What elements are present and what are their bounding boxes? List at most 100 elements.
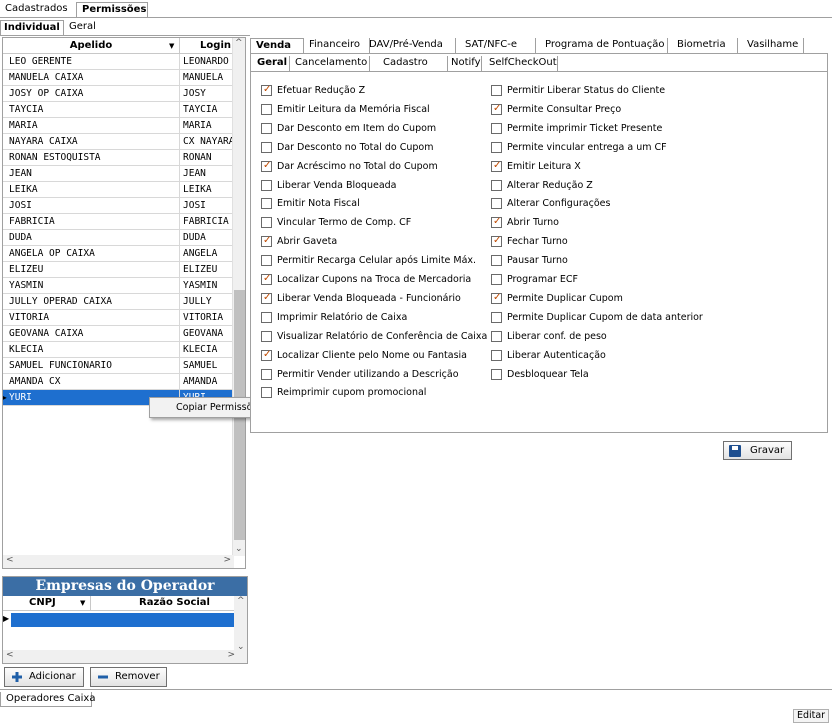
scroll-right-icon[interactable]: >: [223, 555, 231, 565]
scroll-right-icon[interactable]: >: [227, 650, 235, 660]
col-apelido-header[interactable]: Apelido: [3, 38, 179, 53]
checked-icon[interactable]: [491, 215, 502, 229]
unchecked-icon[interactable]: [491, 141, 502, 153]
checked-icon[interactable]: [491, 102, 502, 115]
permission-checkbox[interactable]: Permite Duplicar Cupom: [491, 291, 623, 306]
scroll-up-icon[interactable]: ^: [237, 596, 245, 606]
permission-checkbox[interactable]: Emitir Nota Fiscal: [261, 197, 360, 211]
checked-icon[interactable]: [491, 234, 502, 248]
table-row[interactable]: ELIZEU ELIZEU: [3, 262, 234, 278]
unchecked-icon[interactable]: [491, 349, 502, 361]
table-row[interactable]: MANUELA CAIXA MANUELA: [3, 70, 234, 86]
table-row[interactable]: JEAN JEAN: [3, 166, 234, 182]
permission-checkbox[interactable]: Localizar Cupons na Troca de Mercadoria: [261, 272, 471, 287]
tab-venda[interactable]: Venda: [250, 38, 304, 53]
permission-checkbox[interactable]: Visualizar Relatório de Conferência de C…: [261, 330, 487, 344]
permission-checkbox[interactable]: Imprimir Relatório de Caixa: [261, 311, 407, 325]
editar-button[interactable]: Editar: [793, 709, 829, 723]
table-row[interactable]: LEO GERENTE LEONARDO: [3, 54, 234, 70]
permission-checkbox[interactable]: Dar Desconto em Item do Cupom: [261, 122, 436, 136]
table-row[interactable]: LEIKA LEIKA: [3, 182, 234, 198]
permission-checkbox[interactable]: Programar ECF: [491, 273, 578, 287]
checked-icon[interactable]: [261, 159, 272, 172]
permission-checkbox[interactable]: Permitir Vender utilizando a Descrição: [261, 368, 459, 382]
table-row[interactable]: GEOVANA CAIXA GEOVANA: [3, 326, 234, 342]
table-row[interactable]: RONAN ESTOQUISTA RONAN: [3, 150, 234, 166]
table-row[interactable]: NAYARA CAIXA CX NAYARA: [3, 134, 234, 150]
empresas-horizontal-scrollbar[interactable]: < >: [3, 650, 247, 663]
permission-checkbox[interactable]: Emitir Leitura X: [491, 159, 581, 174]
unchecked-icon[interactable]: [261, 122, 272, 134]
subtab-geral[interactable]: Geral: [252, 56, 290, 71]
unchecked-icon[interactable]: [491, 255, 502, 267]
permission-checkbox[interactable]: Permite imprimir Ticket Presente: [491, 122, 662, 136]
table-row[interactable]: JOSI JOSI: [3, 198, 234, 214]
unchecked-icon[interactable]: [261, 387, 272, 399]
unchecked-icon[interactable]: [491, 198, 502, 210]
unchecked-icon[interactable]: [491, 122, 502, 134]
unchecked-icon[interactable]: [491, 85, 502, 96]
tab-vasilhame[interactable]: Vasilhame: [742, 38, 804, 53]
unchecked-icon[interactable]: [491, 368, 502, 380]
tab-sat-nfc-e[interactable]: SAT/NFC-e: [460, 38, 536, 53]
table-row[interactable]: DUDA DUDA: [3, 230, 234, 246]
col-razao-header[interactable]: Razão Social: [90, 596, 210, 611]
empresas-vertical-scrollbar[interactable]: ^ ⌄: [234, 596, 247, 652]
permission-checkbox[interactable]: Abrir Gaveta: [261, 234, 337, 249]
permission-checkbox[interactable]: Liberar Venda Bloqueada: [261, 179, 397, 193]
unchecked-icon[interactable]: [261, 141, 272, 153]
tab-operadores-caixa[interactable]: Operadores Caixa: [0, 692, 95, 707]
permission-checkbox[interactable]: Permitir Recarga Celular após Limite Máx…: [261, 254, 476, 268]
scroll-left-icon[interactable]: <: [6, 650, 14, 660]
permission-checkbox[interactable]: Liberar Venda Bloqueada - Funcionário: [261, 291, 461, 306]
permission-checkbox[interactable]: Permite Consultar Preço: [491, 102, 621, 117]
scroll-down-icon[interactable]: ⌄: [235, 544, 243, 554]
tab-biometria[interactable]: Biometria: [672, 38, 738, 53]
permission-checkbox[interactable]: Emitir Leitura da Memória Fiscal: [261, 103, 430, 117]
grid-vertical-scrollbar[interactable]: ^ ⌄: [232, 38, 245, 556]
table-row[interactable]: SAMUEL FUNCIONARIO SAMUEL: [3, 358, 234, 374]
subtab-cancelamento[interactable]: Cancelamento: [290, 56, 370, 71]
permission-checkbox[interactable]: Abrir Turno: [491, 215, 559, 230]
unchecked-icon[interactable]: [261, 368, 272, 380]
table-row[interactable]: TAYCIA TAYCIA: [3, 102, 234, 118]
tab-cadastrados[interactable]: Cadastrados: [0, 2, 76, 17]
checked-icon[interactable]: [261, 272, 272, 285]
permission-checkbox[interactable]: Dar Acréscimo no Total do Cupom: [261, 159, 438, 174]
permission-checkbox[interactable]: Permite vincular entrega a um CF: [491, 141, 667, 155]
tab-financeiro[interactable]: Financeiro: [304, 38, 370, 53]
tab-individual[interactable]: Individual: [0, 20, 64, 35]
table-row[interactable]: AMANDA CX AMANDA: [3, 374, 234, 390]
unchecked-icon[interactable]: [491, 311, 502, 323]
permission-checkbox[interactable]: Liberar Autenticação: [491, 349, 606, 363]
subtab-notify[interactable]: Notify: [446, 56, 482, 71]
empresa-row[interactable]: [11, 613, 237, 627]
tab-dav-pr-venda[interactable]: DAV/Pré-Venda: [364, 38, 456, 53]
col-login-header[interactable]: Login: [179, 38, 234, 53]
permission-checkbox[interactable]: Liberar conf. de peso: [491, 330, 607, 344]
unchecked-icon[interactable]: [261, 311, 272, 323]
grid-horizontal-scrollbar[interactable]: < >: [3, 555, 234, 568]
permission-checkbox[interactable]: Permitir Liberar Status do Cliente: [491, 84, 665, 98]
unchecked-icon[interactable]: [491, 179, 502, 191]
unchecked-icon[interactable]: [261, 103, 272, 115]
unchecked-icon[interactable]: [261, 198, 272, 210]
checked-icon[interactable]: [491, 291, 502, 304]
permission-checkbox[interactable]: Reimprimir cupom promocional: [261, 386, 426, 400]
checked-icon[interactable]: [261, 291, 272, 304]
table-row[interactable]: VITORIA VITORIA: [3, 310, 234, 326]
unchecked-icon[interactable]: [261, 179, 272, 191]
scroll-left-icon[interactable]: <: [6, 555, 14, 565]
permission-checkbox[interactable]: Alterar Configurações: [491, 197, 610, 211]
tab-programa-de-pontua-o[interactable]: Programa de Pontuação: [540, 38, 668, 53]
checked-icon[interactable]: [491, 159, 502, 172]
table-row[interactable]: YASMIN YASMIN: [3, 278, 234, 294]
permission-checkbox[interactable]: Dar Desconto no Total do Cupom: [261, 141, 433, 155]
table-row[interactable]: FABRICIA FABRICIA: [3, 214, 234, 230]
permission-checkbox[interactable]: Efetuar Redução Z: [261, 83, 365, 98]
permission-checkbox[interactable]: Alterar Redução Z: [491, 179, 593, 193]
table-row[interactable]: KLECIA KLECIA: [3, 342, 234, 358]
subtab-selfcheckout[interactable]: SelfCheckOut: [484, 56, 558, 71]
table-row[interactable]: JULLY OPERAD CAIXA JULLY: [3, 294, 234, 310]
col-cnpj-header[interactable]: CNPJ: [29, 597, 56, 608]
